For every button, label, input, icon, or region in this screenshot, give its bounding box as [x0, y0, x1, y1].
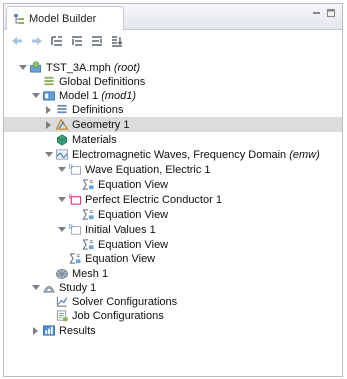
model-file-icon [29, 61, 43, 74]
expanded-arrow-icon[interactable] [31, 283, 40, 292]
tree-item-tag: (emw) [289, 148, 320, 161]
materials-icon [55, 133, 69, 146]
solver-configurations-icon [55, 295, 69, 308]
expanded-arrow-icon[interactable] [57, 165, 66, 174]
tree-item-label: Equation View [98, 178, 169, 191]
expand-all-icon[interactable] [50, 34, 64, 48]
tree-item-study[interactable]: Study 1 [4, 280, 342, 295]
tree-item-label: Results [59, 324, 96, 337]
tree-item-label: Equation View [98, 238, 169, 251]
domain-feature-icon [68, 163, 82, 176]
tree-item-defs[interactable]: Definitions [4, 102, 342, 117]
tree-item-label: Study 1 [59, 281, 97, 294]
maximize-icon[interactable] [326, 8, 336, 18]
tree-item-mat[interactable]: Materials [4, 132, 342, 147]
tree-item-eqv4[interactable]: Equation View [4, 251, 342, 266]
tree-item-solver[interactable]: Solver Configurations [4, 294, 342, 309]
tree-item-label: Electromagnetic Waves, Frequency Domain … [72, 148, 320, 161]
tree-item-results[interactable]: Results [4, 323, 342, 338]
tree-item-label: Perfect Electric Conductor 1 [85, 193, 222, 206]
study-icon [42, 281, 56, 294]
model-builder-icon [14, 13, 24, 24]
tree-item-mesh[interactable]: Mesh 1 [4, 266, 342, 281]
tree-item-pec[interactable]: Perfect Electric Conductor 1 [4, 192, 342, 207]
model-builder-panel: Model Builder TST_3A.mph (root) Global D… [3, 3, 343, 377]
tree-item-label: Solver Configurations [72, 295, 178, 308]
expanded-arrow-icon[interactable] [18, 63, 27, 72]
expanded-arrow-icon[interactable] [57, 225, 66, 234]
boundary-feature-icon [67, 193, 82, 206]
model-builder-toolbar [4, 31, 342, 51]
domain-feature-icon [68, 223, 82, 236]
equation-view-icon [81, 238, 95, 251]
tree-item-eqv2[interactable]: Equation View [4, 207, 342, 222]
definitions-icon [55, 103, 69, 116]
tree-item-tag: (mod1) [101, 89, 137, 102]
mesh-icon [55, 267, 69, 280]
tree-item-label: Equation View [85, 252, 156, 265]
equation-view-icon [68, 252, 82, 265]
results-icon [42, 324, 56, 337]
tree-item-eqv1[interactable]: Equation View [4, 177, 342, 192]
tree-item-label: Materials [72, 133, 117, 146]
tab-model-builder[interactable]: Model Builder [6, 6, 124, 30]
tree-item-label: Initial Values 1 [85, 223, 156, 236]
tree-item-wave[interactable]: Wave Equation, Electric 1 [4, 162, 342, 177]
expanded-arrow-icon[interactable] [57, 195, 66, 204]
expanded-arrow-icon[interactable] [44, 150, 53, 159]
panel-tab-bar: Model Builder [4, 4, 342, 30]
tree-item-eqv3[interactable]: Equation View [4, 237, 342, 252]
job-configurations-icon [55, 309, 69, 322]
model-icon [42, 89, 56, 102]
tree-item-emw[interactable]: Electromagnetic Waves, Frequency Domain … [4, 147, 342, 162]
forward-arrow-icon[interactable] [30, 34, 44, 48]
equation-view-icon [81, 208, 95, 221]
collapsed-arrow-icon[interactable] [44, 105, 53, 114]
expanded-arrow-icon[interactable] [31, 91, 40, 100]
global-definitions-icon [42, 75, 56, 88]
collapsed-arrow-icon[interactable] [31, 326, 40, 335]
tree-item-init[interactable]: Initial Values 1 [4, 222, 342, 237]
geometry-icon [55, 118, 69, 131]
tree-item-model1[interactable]: Model 1 (mod1) [4, 88, 342, 103]
tree-item-tag: (root) [113, 61, 141, 74]
equation-view-icon [81, 178, 95, 191]
panel-window-controls [312, 8, 336, 18]
sort-icon[interactable] [110, 34, 124, 48]
tree-item-geom[interactable]: Geometry 1 [4, 117, 342, 132]
tree-item-label: Geometry 1 [72, 118, 130, 131]
tree-item-label: TST_3A.mph (root) [46, 61, 141, 74]
physics-icon [55, 148, 69, 161]
show-icon[interactable] [90, 34, 104, 48]
tree-item-root[interactable]: TST_3A.mph (root) [4, 60, 342, 75]
collapsed-arrow-icon[interactable] [44, 120, 53, 129]
tree-item-label: Mesh 1 [72, 267, 109, 280]
tree-item-global[interactable]: Global Definitions [4, 74, 342, 89]
tree-item-label: Job Configurations [72, 309, 164, 322]
panel-title: Model Builder [29, 12, 97, 25]
minimize-icon[interactable] [312, 8, 322, 18]
tree-item-job[interactable]: Job Configurations [4, 308, 342, 323]
back-arrow-icon[interactable] [10, 34, 24, 48]
tree-item-label: Global Definitions [59, 75, 146, 88]
tree-item-label: Wave Equation, Electric 1 [85, 163, 211, 176]
tree-item-label: Definitions [72, 103, 124, 116]
tree-item-label: Model 1 (mod1) [59, 89, 137, 102]
collapse-all-icon[interactable] [70, 34, 84, 48]
tree-item-label: Equation View [98, 208, 169, 221]
